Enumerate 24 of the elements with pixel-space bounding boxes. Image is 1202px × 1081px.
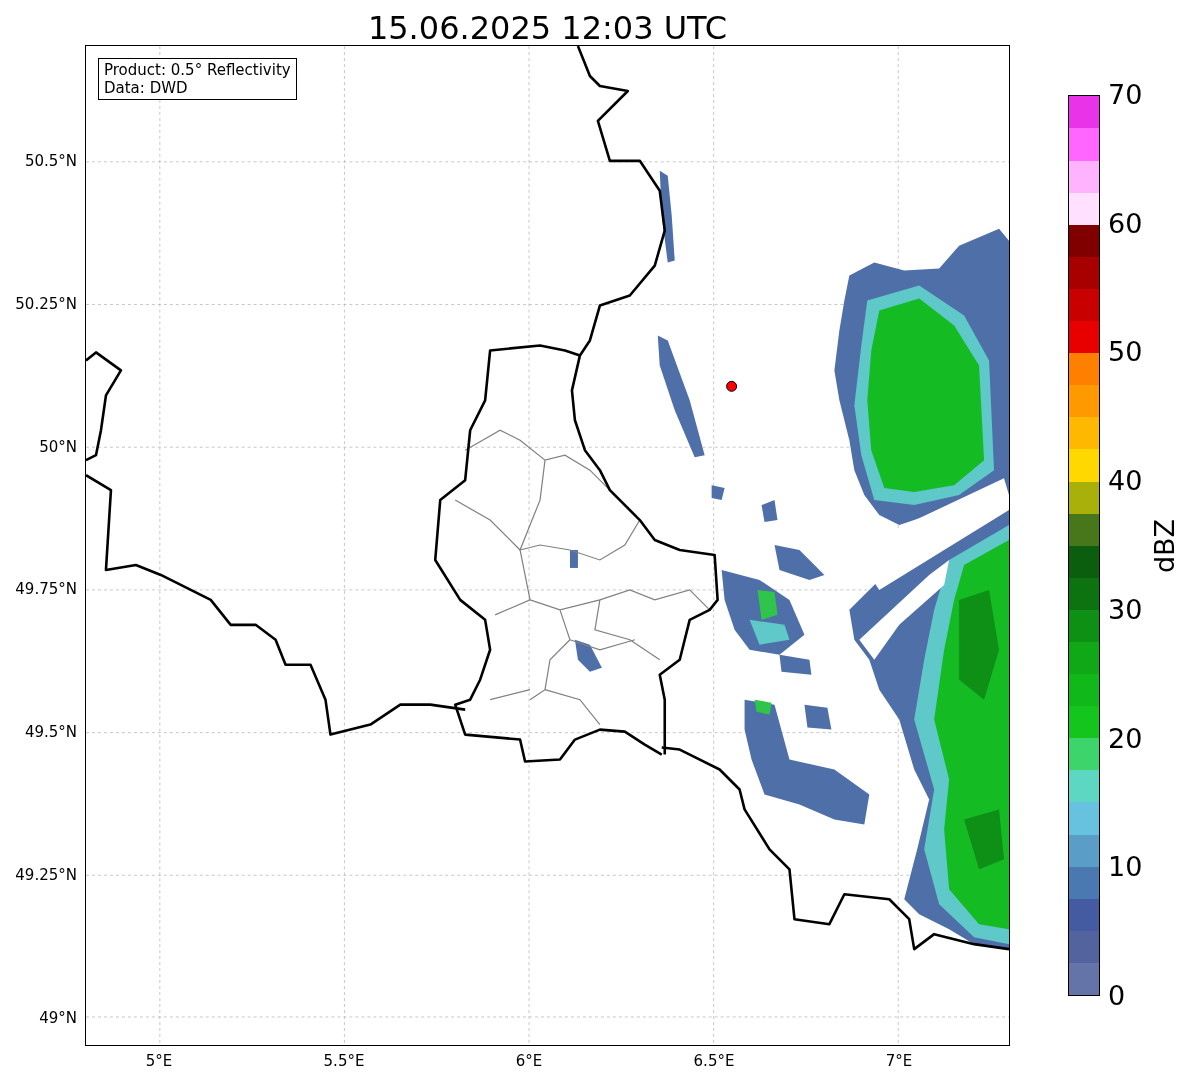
latitude-label: 50.25°N	[15, 294, 77, 313]
colorbar-tick-label: 20	[1108, 723, 1143, 754]
latitude-label: 50°N	[39, 437, 77, 456]
info-text: Product: 0.5° Reflectivity	[104, 61, 291, 79]
colorbar-tick-label: 30	[1108, 594, 1143, 625]
colorbar-tick-label: 40	[1108, 466, 1143, 497]
longitude-label: 7°E	[885, 1052, 913, 1070]
colorbar-tick-label: 10	[1108, 852, 1143, 883]
latitude-label: 49.25°N	[15, 866, 77, 884]
latitude-label: 49°N	[39, 1008, 77, 1027]
colorbar-tick-label: 60	[1108, 208, 1143, 239]
longitude-label: 5.5°E	[323, 1052, 365, 1070]
chart-title: 15.06.2025 12:03 UTC	[367, 8, 728, 48]
latitude-label: 49.75°N	[15, 580, 77, 599]
colorbar-tick-label: 0	[1108, 981, 1126, 1011]
colorbar-label: dBZ	[1150, 518, 1180, 573]
latitude-label: 50.5°N	[24, 152, 77, 170]
longitude-label: 6°E	[515, 1052, 543, 1070]
latitude-label: 49.5°N	[24, 723, 77, 742]
info-text: Data: DWD	[104, 79, 189, 97]
longitude-label: 6.5°E	[693, 1052, 735, 1070]
colorbar-tick-label: 50	[1108, 337, 1143, 368]
longitude-label: 5°E	[145, 1052, 173, 1070]
colorbar-tick-label: 70	[1108, 80, 1143, 110]
